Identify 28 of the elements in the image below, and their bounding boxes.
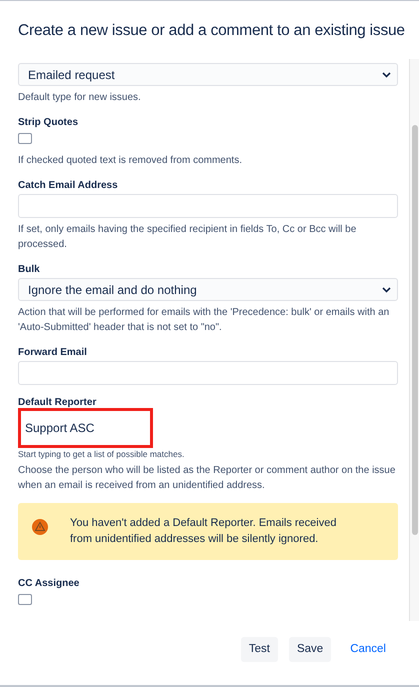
- field-label: Strip Quotes: [18, 117, 80, 128]
- chevron-down-icon: [382, 72, 391, 78]
- help-text: Choose the person who will be listed as the Reporter or comment author on the issue when an email is received from an unidentified address.: [18, 464, 396, 493]
- action-button[interactable]: Test: [240, 636, 278, 662]
- field-label: Bulk: [18, 264, 41, 275]
- field-label: Default Reporter: [18, 397, 98, 408]
- action-button[interactable]: Save: [288, 636, 332, 662]
- help-text: If checked quoted text is removed from comments.: [18, 154, 243, 168]
- scrollbar[interactable]: [409, 59, 419, 621]
- user-picker-field[interactable]: Support ASC: [18, 408, 153, 448]
- hint-text: Start typing to get a list of possible matches.: [18, 449, 186, 459]
- select-field[interactable]: Ignore the email and do nothing: [18, 278, 398, 301]
- cancel-link[interactable]: Cancel: [342, 636, 394, 662]
- help-text: Default type for new issues.: [18, 91, 142, 105]
- help-text: Action that will be performed for emails with the 'Precedence: bulk' or emails with an 'Auto-Submitted' header that is not set to "no".: [18, 306, 390, 335]
- checkbox[interactable]: [18, 594, 32, 605]
- help-text: If set, only emails having the specified recipient in fields To, Cc or Bcc will be processed.: [18, 223, 358, 252]
- chevron-down-icon: [382, 286, 391, 292]
- field-label: Catch Email Address: [18, 180, 119, 191]
- field-label: CC Assignee: [18, 578, 80, 589]
- field-label: Forward Email: [18, 347, 88, 358]
- warning-icon: [32, 519, 48, 535]
- checkbox[interactable]: [18, 133, 32, 144]
- input-field[interactable]: [18, 194, 398, 218]
- input-field[interactable]: [18, 361, 398, 385]
- dialog-title: Create a new issue or add a comment to an existing issue: [17, 21, 406, 41]
- warning-text: You haven't added a Default Reporter. Emails received from unidentified addresses will be silently ignored.: [70, 516, 338, 546]
- select-field[interactable]: Emailed request: [18, 63, 398, 86]
